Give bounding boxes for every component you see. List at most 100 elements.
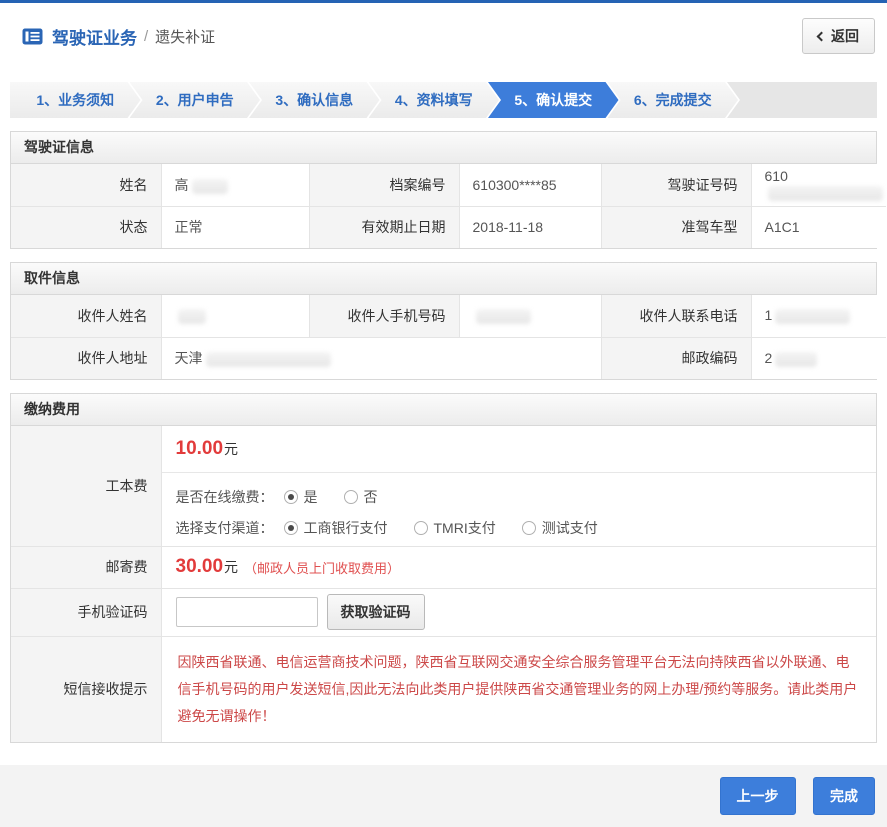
- radio-channel-icbc[interactable]: 工商银行支付: [284, 518, 388, 538]
- step-bar-filler: [727, 82, 877, 118]
- sms-notice-text: 因陕西省联通、电信运营商技术问题，陕西省互联网交通安全综合服务管理平台无法向持陕…: [162, 637, 877, 742]
- table-row: 手机验证码 获取验证码: [11, 588, 876, 636]
- radio-online-yes-label: 是: [304, 487, 318, 507]
- postage-fee-cell: 30.00元 （邮政人员上门收取费用）: [161, 546, 876, 588]
- table-row: 收件人姓名 收件人手机号码 收件人联系电话 1: [11, 295, 886, 337]
- radio-channel-icbc-label: 工商银行支付: [304, 518, 388, 538]
- redacted-text: [178, 309, 206, 324]
- table-row: 邮寄费 30.00元 （邮政人员上门收取费用）: [11, 546, 876, 588]
- postage-fee-amount: 30.00: [176, 556, 224, 578]
- postcode-value: 2: [751, 337, 886, 379]
- section-title: 驾驶证信息: [11, 132, 876, 164]
- breadcrumb-separator: /: [144, 28, 148, 45]
- page: 驾驶证业务 / 遗失补证 返回 1、业务须知 2、用户申告 3、确认信息 4、资…: [0, 0, 887, 827]
- postage-fee-label: 邮寄费: [11, 546, 161, 588]
- production-fee-cell: 10.00元 是否在线缴费： 是 否: [161, 426, 876, 546]
- redacted-text: [476, 309, 531, 324]
- step-3-confirm-info[interactable]: 3、确认信息: [249, 82, 380, 118]
- redacted-text: [768, 186, 883, 201]
- redacted-text: [775, 352, 817, 367]
- production-fee-amount: 10.00: [176, 438, 224, 459]
- license-no-label: 驾驶证号码: [601, 164, 751, 206]
- postage-fee-note: （邮政人员上门收取费用）: [244, 558, 400, 577]
- radio-channel-tmri[interactable]: TMRI支付: [414, 518, 496, 538]
- redacted-text: [206, 352, 331, 367]
- table-row: 短信接收提示 因陕西省联通、电信运营商技术问题，陕西省互联网交通安全综合服务管理…: [11, 636, 876, 742]
- production-fee-label: 工本费: [11, 426, 161, 546]
- currency-unit: 元: [224, 557, 238, 577]
- table-row: 收件人地址 天津 邮政编码 2: [11, 337, 886, 379]
- postcode-label: 邮政编码: [601, 337, 751, 379]
- status-value: 正常: [161, 206, 309, 248]
- name-value: 高: [161, 164, 309, 206]
- license-info-section: 驾驶证信息 姓名 高 档案编号 610300****85 驾驶证号码 610 状…: [10, 131, 877, 249]
- table-row: 姓名 高 档案编号 610300****85 驾驶证号码 610: [11, 164, 886, 206]
- step-6-finish-submit[interactable]: 6、完成提交: [608, 82, 739, 118]
- mobile-label: 收件人手机号码: [309, 295, 459, 337]
- radio-online-no[interactable]: 否: [344, 487, 378, 507]
- redacted-text: [192, 179, 228, 194]
- address-label: 收件人地址: [11, 337, 161, 379]
- radio-unchecked-icon: [344, 490, 358, 504]
- footer-action-bar: 上一步 完成: [0, 765, 887, 827]
- radio-checked-icon: [284, 521, 298, 535]
- sms-code-row: 获取验证码: [162, 594, 877, 630]
- phone-label: 收件人联系电话: [601, 295, 751, 337]
- divider: [162, 472, 877, 473]
- chevron-left-icon: [817, 32, 827, 42]
- back-button[interactable]: 返回: [802, 18, 875, 54]
- radio-channel-tmri-label: TMRI支付: [434, 518, 496, 538]
- sms-code-label: 手机验证码: [11, 588, 161, 636]
- step-1-business-notice[interactable]: 1、业务须知: [10, 82, 141, 118]
- expiry-value: 2018-11-18: [459, 206, 601, 248]
- sms-code-cell: 获取验证码: [161, 588, 876, 636]
- table-row: 状态 正常 有效期止日期 2018-11-18 准驾车型 A1C1: [11, 206, 886, 248]
- online-payment-question-row: 是否在线缴费： 是 否: [162, 483, 877, 514]
- section-title: 缴纳费用: [11, 394, 876, 426]
- production-fee-amount-line: 10.00元: [162, 426, 877, 470]
- mobile-value: [459, 295, 601, 337]
- class-value: A1C1: [751, 206, 886, 248]
- pickup-info-section: 取件信息 收件人姓名 收件人手机号码 收件人联系电话 1 收件人地址 天津 邮政…: [10, 262, 877, 380]
- page-title: 驾驶证业务: [52, 24, 137, 49]
- license-no-value: 610: [751, 164, 886, 206]
- pickup-info-table: 收件人姓名 收件人手机号码 收件人联系电话 1 收件人地址 天津 邮政编码 2: [11, 295, 886, 379]
- get-code-button[interactable]: 获取验证码: [327, 594, 425, 630]
- sms-code-input[interactable]: [176, 597, 318, 627]
- address-value: 天津: [161, 337, 601, 379]
- class-label: 准驾车型: [601, 206, 751, 248]
- recipient-name-value: [161, 295, 309, 337]
- page-header: 驾驶证业务 / 遗失补证 返回: [0, 3, 887, 67]
- step-5-confirm-submit[interactable]: 5、确认提交: [488, 82, 619, 118]
- license-info-table: 姓名 高 档案编号 610300****85 驾驶证号码 610 状态 正常 有…: [11, 164, 886, 248]
- online-payment-question: 是否在线缴费：: [176, 487, 274, 507]
- radio-checked-icon: [284, 490, 298, 504]
- breadcrumb-current: 遗失补证: [155, 26, 215, 47]
- postage-fee-line: 30.00元 （邮政人员上门收取费用）: [162, 556, 877, 578]
- currency-unit: 元: [224, 441, 238, 457]
- radio-online-no-label: 否: [364, 487, 378, 507]
- phone-value: 1: [751, 295, 886, 337]
- expiry-label: 有效期止日期: [309, 206, 459, 248]
- back-button-label: 返回: [831, 26, 859, 46]
- name-label: 姓名: [11, 164, 161, 206]
- sms-notice-label: 短信接收提示: [11, 636, 161, 742]
- file-no-value: 610300****85: [459, 164, 601, 206]
- radio-online-yes[interactable]: 是: [284, 487, 318, 507]
- table-row: 工本费 10.00元 是否在线缴费： 是 否: [11, 426, 876, 546]
- file-no-label: 档案编号: [309, 164, 459, 206]
- radio-channel-test[interactable]: 测试支付: [522, 518, 598, 538]
- payment-table: 工本费 10.00元 是否在线缴费： 是 否: [11, 426, 876, 742]
- previous-step-button[interactable]: 上一步: [720, 777, 796, 815]
- payment-channel-row: 选择支付渠道： 工商银行支付 TMRI支付 测试支付: [162, 514, 877, 545]
- finish-button[interactable]: 完成: [813, 777, 875, 815]
- sms-notice-cell: 因陕西省联通、电信运营商技术问题，陕西省互联网交通安全综合服务管理平台无法向持陕…: [161, 636, 876, 742]
- radio-unchecked-icon: [414, 521, 428, 535]
- step-2-user-declaration[interactable]: 2、用户申告: [130, 82, 261, 118]
- step-wizard: 1、业务须知 2、用户申告 3、确认信息 4、资料填写 5、确认提交 6、完成提…: [10, 82, 877, 118]
- payment-channel-question: 选择支付渠道：: [176, 518, 274, 538]
- step-4-fill-materials[interactable]: 4、资料填写: [369, 82, 500, 118]
- recipient-name-label: 收件人姓名: [11, 295, 161, 337]
- status-label: 状态: [11, 206, 161, 248]
- radio-channel-test-label: 测试支付: [542, 518, 598, 538]
